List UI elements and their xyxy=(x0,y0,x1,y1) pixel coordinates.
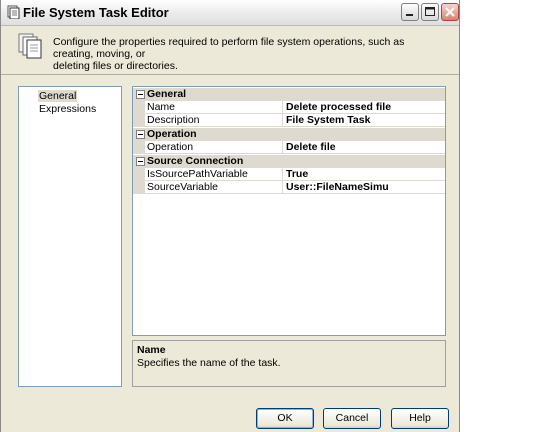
property-row-operation[interactable]: Operation Delete file xyxy=(133,141,445,154)
header-area: Configure the properties required to per… xyxy=(1,26,459,74)
property-value[interactable]: Delete processed file xyxy=(283,101,445,114)
property-row-is-source-path-variable[interactable]: IsSourcePathVariable True xyxy=(133,168,445,181)
row-gutter xyxy=(133,141,145,154)
property-name: SourceVariable xyxy=(145,181,283,194)
close-icon xyxy=(445,7,455,17)
maximize-button[interactable] xyxy=(421,3,439,21)
help-description: Specifies the name of the task. xyxy=(137,357,281,369)
maximize-icon xyxy=(425,7,435,16)
title-bar[interactable]: File System Task Editor xyxy=(1,0,459,26)
property-name: IsSourcePathVariable xyxy=(145,168,283,181)
minimize-button[interactable] xyxy=(401,3,419,21)
property-name: Name xyxy=(145,101,283,114)
category-label: Source Connection xyxy=(147,155,244,167)
category-operation[interactable]: Operation xyxy=(133,128,445,141)
navigation-list: General Expressions xyxy=(18,86,122,387)
collapse-icon[interactable] xyxy=(136,157,145,166)
category-label: General xyxy=(147,88,187,100)
collapse-icon[interactable] xyxy=(136,90,145,99)
row-gutter xyxy=(133,181,145,194)
nav-item-expressions[interactable]: Expressions xyxy=(38,103,97,115)
header-description: Configure the properties required to per… xyxy=(53,36,433,72)
collapse-icon[interactable] xyxy=(136,130,145,139)
property-value[interactable]: True xyxy=(283,168,445,181)
property-grid: General Name Delete processed file Descr… xyxy=(132,86,446,336)
file-system-task-icon xyxy=(6,5,20,20)
row-gutter xyxy=(133,168,145,181)
header-description-line: Configure the properties required to per… xyxy=(53,36,405,60)
help-button[interactable]: Help xyxy=(391,408,449,429)
window-title: File System Task Editor xyxy=(23,5,169,20)
property-name: Description xyxy=(145,114,283,127)
property-value[interactable]: File System Task xyxy=(283,114,445,127)
row-gutter xyxy=(133,114,145,127)
minimize-icon xyxy=(406,14,413,16)
help-title: Name xyxy=(137,344,166,356)
cancel-button[interactable]: Cancel xyxy=(323,408,381,429)
nav-item-general[interactable]: General xyxy=(38,90,78,102)
category-label: Operation xyxy=(147,128,197,140)
row-gutter xyxy=(133,101,145,114)
ok-button[interactable]: OK xyxy=(256,408,314,429)
header-description-line: deleting files or directories. xyxy=(53,60,178,72)
property-value[interactable]: User::FileNameSimu xyxy=(283,181,445,194)
property-value[interactable]: Delete file xyxy=(283,141,445,154)
copy-files-icon xyxy=(17,32,43,60)
close-button[interactable] xyxy=(441,3,459,21)
header-divider xyxy=(1,74,459,75)
property-row-name[interactable]: Name Delete processed file xyxy=(133,101,445,114)
property-help-panel: Name Specifies the name of the task. xyxy=(132,340,446,387)
property-row-description[interactable]: Description File System Task xyxy=(133,114,445,127)
property-row-source-variable[interactable]: SourceVariable User::FileNameSimu xyxy=(133,181,445,194)
file-system-task-editor-window: File System Task Editor Configure the pr… xyxy=(0,0,460,432)
category-general[interactable]: General xyxy=(133,88,445,101)
property-name: Operation xyxy=(145,141,283,154)
category-source-connection[interactable]: Source Connection xyxy=(133,155,445,168)
